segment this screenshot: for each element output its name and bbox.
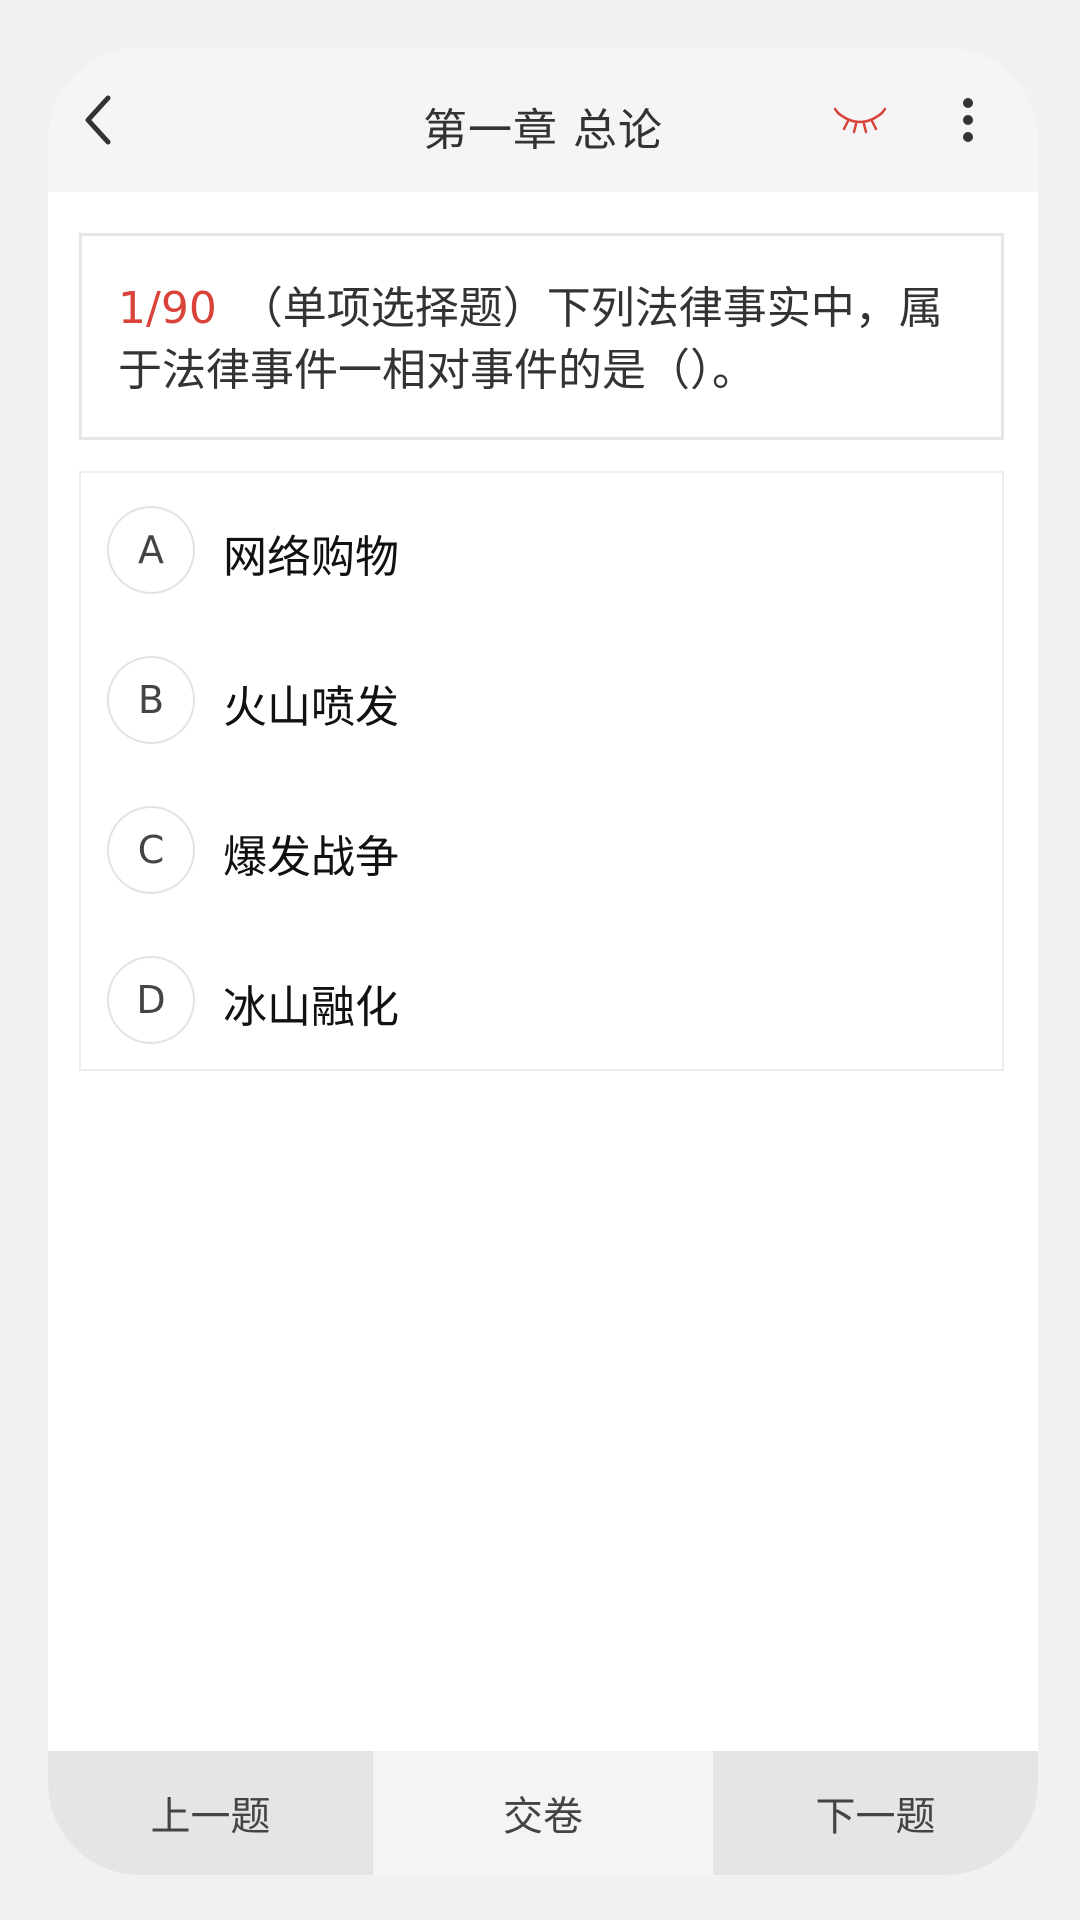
option-text: 网络购物: [223, 532, 399, 583]
option-b[interactable]: B 火山喷发: [107, 650, 977, 750]
next-question-button[interactable]: 下一题: [713, 1751, 1038, 1875]
top-bar: 第一章 总论: [48, 48, 1038, 192]
back-button[interactable]: [70, 88, 126, 152]
chevron-left-icon: [85, 95, 111, 145]
option-letter: D: [107, 956, 195, 1044]
app-screen: 第一章 总论 1/90 （单项选择题）下列法律事实中，属于法律事件一相对事件的是…: [48, 48, 1038, 1875]
options-list: A 网络购物 B 火山喷发 C 爆发战争 D 冰山融化: [79, 471, 1004, 1071]
option-d[interactable]: D 冰山融化: [107, 950, 977, 1050]
more-button[interactable]: [946, 84, 990, 156]
question-text: （单项选择题）下列法律事实中，属于法律事件一相对事件的是（）。: [118, 283, 943, 396]
option-text: 爆发战争: [223, 832, 399, 883]
prev-question-button[interactable]: 上一题: [48, 1751, 373, 1875]
option-letter: B: [107, 656, 195, 744]
option-text: 冰山融化: [223, 982, 399, 1033]
question-number: 1/90: [118, 283, 217, 334]
option-letter: C: [107, 806, 195, 894]
option-letter: A: [107, 506, 195, 594]
toggle-answer-button[interactable]: [828, 88, 892, 152]
question-card: 1/90 （单项选择题）下列法律事实中，属于法律事件一相对事件的是（）。: [79, 233, 1004, 440]
option-a[interactable]: A 网络购物: [107, 500, 977, 600]
eye-closed-icon: [834, 107, 886, 134]
submit-button[interactable]: 交卷: [373, 1751, 713, 1875]
option-text: 火山喷发: [223, 682, 399, 733]
more-vertical-icon: [963, 98, 973, 142]
device-frame: 第一章 总论 1/90 （单项选择题）下列法律事实中，属于法律事件一相对事件的是…: [0, 0, 1080, 1920]
bottom-bar: 上一题 交卷 下一题: [48, 1751, 1038, 1875]
option-c[interactable]: C 爆发战争: [107, 800, 977, 900]
